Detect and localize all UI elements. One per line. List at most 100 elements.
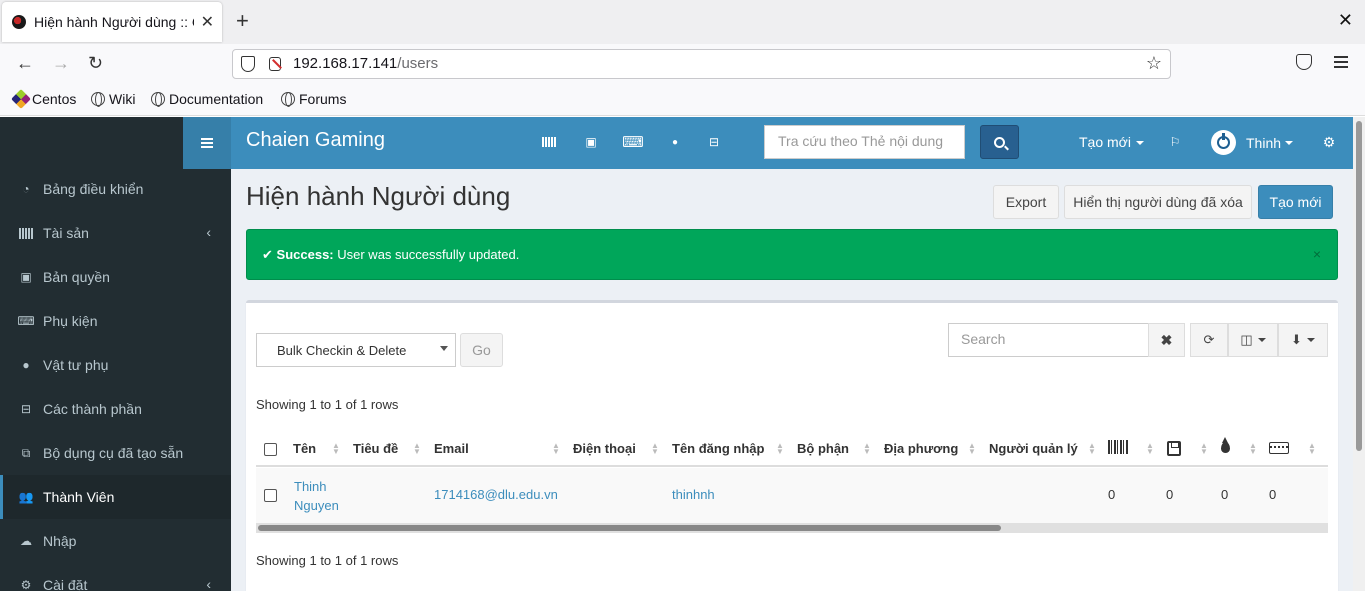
clear-search-button[interactable]: ✖ — [1148, 323, 1185, 357]
tag-search-button[interactable] — [980, 125, 1019, 159]
column-header-manager[interactable]: Người quản lý — [989, 441, 1078, 456]
column-header-title[interactable]: Tiêu đề — [353, 441, 398, 456]
bulk-action-select[interactable]: Bulk Checkin & Delete — [256, 333, 456, 367]
tag-search-input[interactable]: Tra cứu theo Thẻ nội dung — [764, 125, 965, 159]
column-header-email[interactable]: Email — [434, 441, 469, 456]
browser-tab[interactable]: Hiện hành Người dùng :: C ✕ — [2, 2, 222, 42]
keyboard-icon: ⌨ — [17, 314, 35, 328]
sidebar-item-users[interactable]: 👥 Thành Viên — [0, 475, 231, 519]
hdd-icon[interactable]: ⊟ — [707, 135, 721, 149]
sort-icon — [968, 443, 976, 455]
brand-link[interactable]: Chaien Gaming — [246, 129, 385, 152]
main-content: Hiện hành Người dùng Export Hiển thị ngư… — [231, 169, 1353, 591]
sort-icon — [332, 443, 340, 455]
browser-tab-strip: Hiện hành Người dùng :: C ✕ + ✕ — [0, 0, 1365, 44]
sidebar-logo-area — [0, 117, 183, 169]
table-horizontal-scrollbar[interactable] — [256, 523, 1328, 533]
close-tab-icon[interactable]: ✕ — [201, 12, 214, 32]
user-username-link[interactable]: thinhnh — [672, 487, 715, 502]
back-arrow-icon[interactable]: ← — [16, 52, 34, 74]
user-name-link[interactable]: Thinh Nguyen — [294, 477, 339, 515]
sidebar-item-consumables[interactable]: ● Vật tư phụ — [0, 343, 231, 387]
app-window: ◔ Bảng điều khiển Tài sản ‹ ▣ Bản quyền ⌨ Ph… — [0, 117, 1365, 591]
sidebar-item-settings[interactable]: ⚙ Cài đặt ‹ — [0, 563, 231, 591]
table-search-input[interactable]: Search — [948, 323, 1149, 357]
column-header-licenses[interactable] — [1167, 441, 1181, 459]
tint-icon[interactable]: ● — [668, 135, 682, 149]
create-user-button[interactable]: Tạo mới — [1258, 185, 1333, 219]
avatar — [1211, 130, 1236, 155]
success-alert: ✔ Success: User was successfully updated… — [246, 229, 1338, 280]
keyboard-icon[interactable]: ⌨ — [622, 134, 644, 151]
cloud-upload-icon: ☁ — [20, 534, 32, 548]
sidebar-toggle-button[interactable] — [183, 117, 231, 169]
column-header-location[interactable]: Địa phương — [884, 441, 958, 456]
reload-icon[interactable]: ↻ — [88, 52, 103, 74]
download-icon: ⬇ — [1291, 332, 1302, 347]
bookmark-star-icon[interactable]: ☆ — [1146, 53, 1162, 74]
sidebar-item-components[interactable]: ⊟ Các thành phần — [0, 387, 231, 431]
bulk-go-button[interactable]: Go — [460, 333, 503, 367]
export-button[interactable]: Export — [993, 185, 1059, 219]
refresh-button[interactable]: ⟳ — [1190, 323, 1228, 357]
sort-icon — [1088, 443, 1096, 455]
caret-down-icon — [440, 346, 448, 351]
bookmark-centos[interactable]: Centos — [11, 89, 76, 109]
sidebar-item-kits[interactable]: ⧉ Bộ dụng cụ đã tạo sẵn — [0, 431, 231, 475]
show-deleted-users-button[interactable]: Hiển thị người dùng đã xóa — [1064, 185, 1252, 219]
globe-icon — [91, 92, 105, 107]
column-header-accessories[interactable] — [1269, 442, 1289, 457]
sidebar-item-licenses[interactable]: ▣ Bản quyền — [0, 255, 231, 299]
sidebar-menu: ◔ Bảng điều khiển Tài sản ‹ ▣ Bản quyền ⌨ Ph… — [0, 167, 231, 591]
column-header-assets[interactable] — [1108, 440, 1128, 457]
row-select-checkbox[interactable] — [264, 489, 277, 502]
sidebar-item-dashboard[interactable]: ◔ Bảng điều khiển — [0, 167, 231, 211]
export-table-button[interactable]: ⬇ — [1278, 323, 1328, 357]
user-email-link[interactable]: 1714168@dlu.edu.vn — [434, 487, 558, 502]
pagination-info-top: Showing 1 to 1 of 1 rows — [256, 397, 399, 412]
users-table-box: Bulk Checkin & Delete Go Search ✖ ⟳ ◫ ⬇ … — [246, 300, 1338, 591]
chevron-left-icon: ‹ — [206, 576, 211, 591]
column-header-username[interactable]: Tên đăng nhập — [672, 441, 764, 456]
tab-title: Hiện hành Người dùng :: C — [34, 14, 194, 30]
cogs-icon[interactable]: ⚙ — [1322, 134, 1336, 150]
sort-icon — [651, 443, 659, 455]
sidebar-item-assets[interactable]: Tài sản ‹ — [0, 211, 231, 255]
bookmark-forums[interactable]: Forums — [281, 91, 346, 107]
globe-icon — [151, 92, 165, 107]
scrollbar-thumb[interactable] — [258, 525, 1001, 531]
user-menu[interactable]: Thinh — [1211, 130, 1294, 155]
select-all-checkbox[interactable] — [264, 443, 277, 456]
barcode-icon — [19, 226, 33, 240]
columns-toggle-button[interactable]: ◫ — [1228, 323, 1278, 357]
window-close-icon[interactable]: ✕ — [1338, 10, 1353, 31]
check-icon: ✔ — [262, 247, 273, 262]
column-header-consumables[interactable] — [1221, 437, 1230, 454]
column-header-phone[interactable]: Điện thoại — [573, 441, 636, 456]
flag-icon[interactable]: ⚐ — [1168, 135, 1182, 149]
column-header-name[interactable]: Tên — [293, 441, 316, 456]
tint-icon: ● — [22, 358, 30, 372]
barcode-icon[interactable] — [542, 135, 556, 149]
search-icon — [994, 136, 1005, 148]
bookmark-wiki[interactable]: Wiki — [91, 91, 135, 107]
sidebar-item-accessories[interactable]: ⌨ Phụ kiện — [0, 299, 231, 343]
sidebar-item-import[interactable]: ☁ Nhập — [0, 519, 231, 563]
chevron-left-icon: ‹ — [206, 224, 211, 240]
insecure-lock-icon[interactable] — [269, 57, 281, 71]
bookmark-documentation[interactable]: Documentation — [151, 91, 263, 107]
scrollbar-thumb[interactable] — [1356, 121, 1362, 451]
floppy-disk-icon[interactable]: ▣ — [584, 135, 598, 149]
browser-menu-icon[interactable] — [1334, 56, 1348, 68]
sort-icon — [413, 443, 421, 455]
column-header-department[interactable]: Bộ phận — [797, 441, 849, 456]
page-vertical-scrollbar[interactable] — [1353, 117, 1365, 591]
pocket-icon[interactable] — [1296, 54, 1312, 70]
address-bar[interactable]: 192.168.17.141/users ☆ — [232, 49, 1171, 79]
power-icon — [1217, 133, 1230, 149]
forward-arrow-icon[interactable]: → — [52, 52, 70, 74]
alert-close-icon[interactable]: × — [1313, 246, 1321, 262]
create-new-dropdown[interactable]: Tạo mới — [1079, 134, 1144, 150]
user-assets-count: 0 — [1108, 487, 1116, 502]
new-tab-icon[interactable]: + — [236, 9, 249, 33]
